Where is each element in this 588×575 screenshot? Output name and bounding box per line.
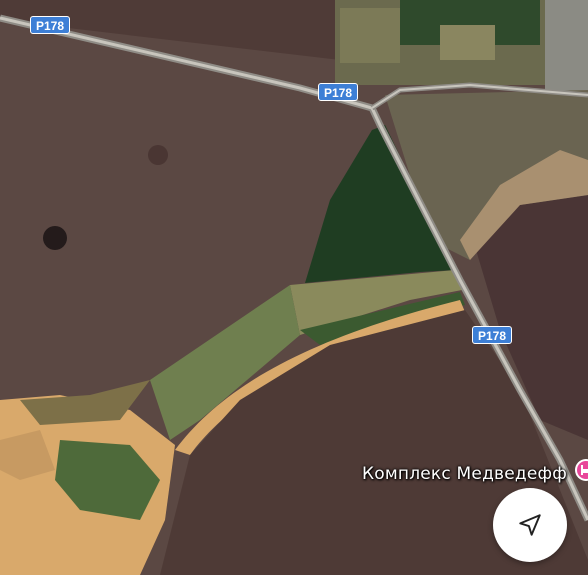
poi-marker[interactable]: Комплекс Медведефф [362,464,567,484]
road-shield: P178 [318,83,359,101]
satellite-map[interactable] [0,0,588,575]
poi-label[interactable]: Комплекс Медведефф [362,464,567,484]
village-plot [340,8,400,63]
hotel-pin-icon[interactable] [574,458,588,486]
field-spot [148,145,168,165]
village-plot [440,25,495,60]
field-spot [43,226,67,250]
village-houses [545,0,588,95]
road-shield: P178 [472,326,513,344]
navigate-button[interactable] [493,488,567,562]
navigation-arrow-icon [519,514,541,536]
road-shield: P178 [30,16,71,34]
